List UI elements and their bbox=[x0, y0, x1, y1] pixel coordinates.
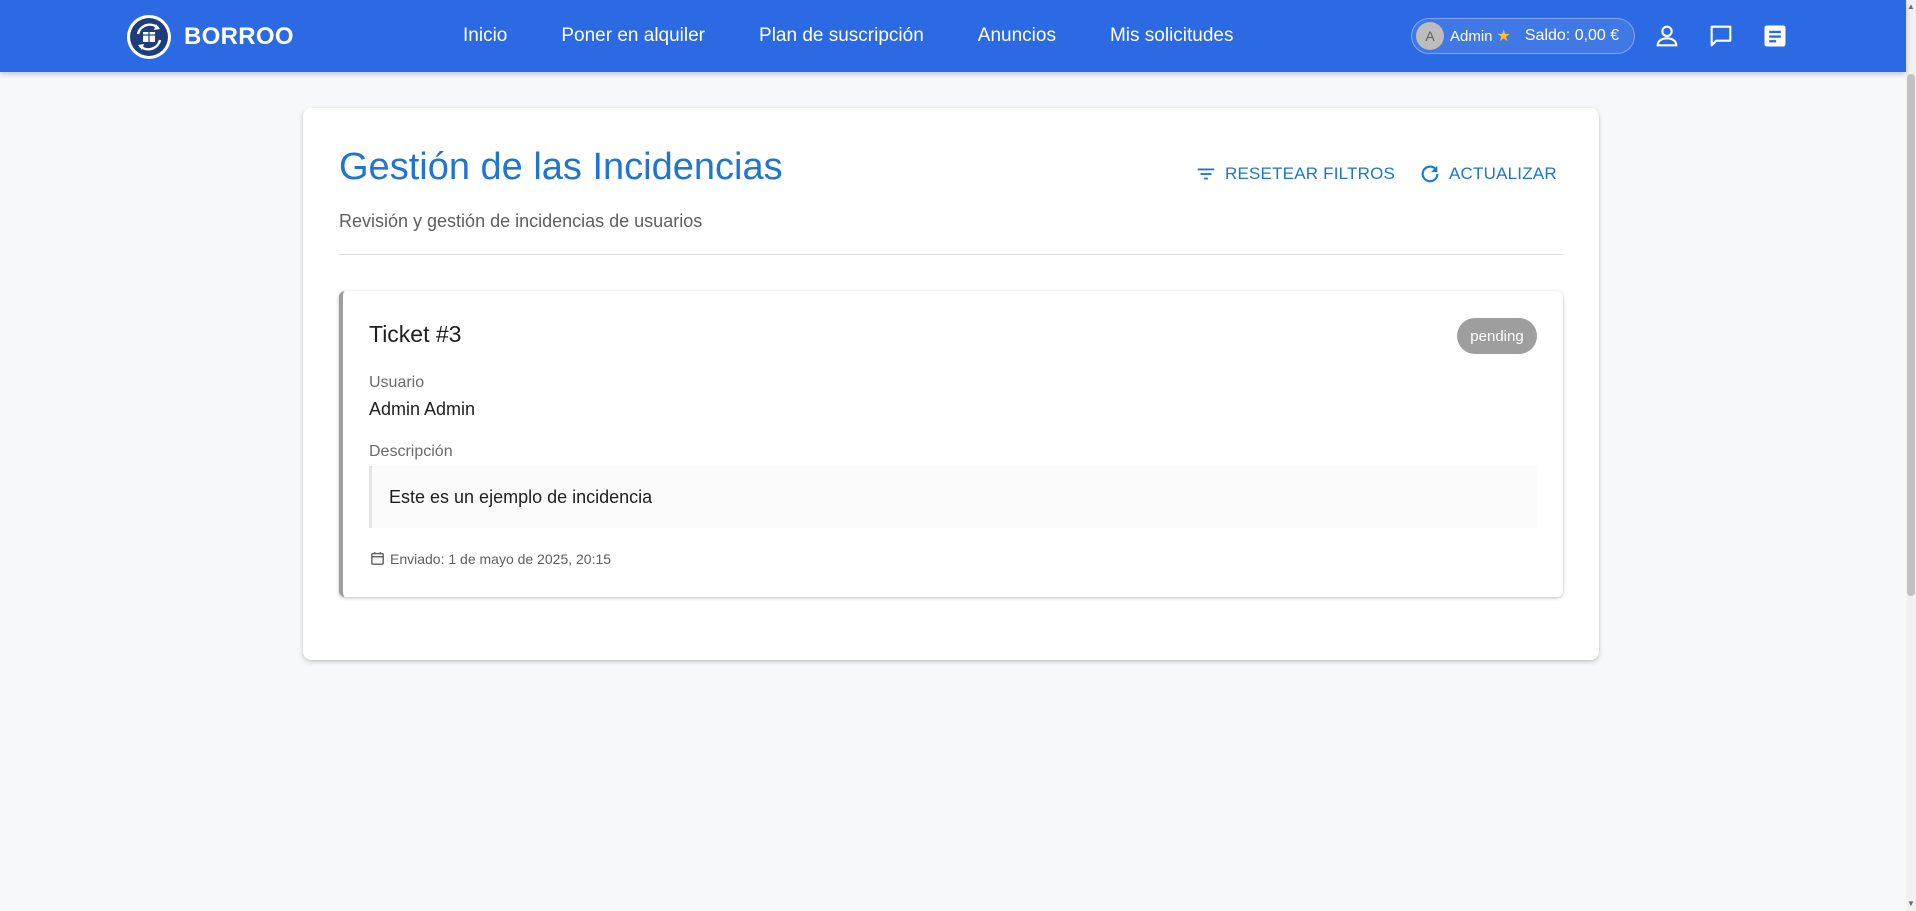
nav-link-inicio[interactable]: Inicio bbox=[463, 25, 507, 47]
balance-text: Saldo: 0,00 € bbox=[1524, 27, 1620, 44]
messages-button[interactable] bbox=[1705, 20, 1737, 52]
refresh-button[interactable]: ACTUALIZAR bbox=[1419, 157, 1557, 191]
chat-icon bbox=[1710, 25, 1732, 47]
user-value: Admin Admin bbox=[369, 399, 476, 419]
scroll-thumb[interactable] bbox=[1907, 74, 1915, 596]
user-name: Admin bbox=[1450, 27, 1493, 45]
scroll-up-icon[interactable]: ▲ bbox=[1906, 2, 1916, 12]
top-navbar: BORROO Inicio Poner en alquiler Plan de … bbox=[0, 0, 1906, 72]
ticket-card[interactable]: Ticket #3 pending Usuario Admin Admin De… bbox=[339, 291, 1563, 597]
reset-filters-label: RESETEAR FILTROS bbox=[1225, 164, 1396, 183]
scroll-down-icon[interactable]: ▼ bbox=[1906, 899, 1916, 909]
page-title: Gestión de las Incidencias bbox=[339, 146, 783, 188]
brand-name: BORROO bbox=[184, 23, 294, 50]
sent-date-text: Enviado: 1 de mayo de 2025, 20:15 bbox=[390, 550, 612, 567]
star-icon: ★ bbox=[1496, 28, 1511, 45]
logo-box-icon bbox=[127, 15, 171, 59]
incidents-panel: Gestión de las Incidencias RESETEAR FILT… bbox=[303, 108, 1599, 660]
avatar: A bbox=[1416, 22, 1444, 50]
description-box: Este es un ejemplo de incidencia bbox=[369, 466, 1537, 528]
notes-button[interactable] bbox=[1759, 20, 1791, 52]
description-label: Descripción bbox=[369, 443, 453, 460]
profile-button[interactable] bbox=[1651, 20, 1683, 52]
notes-icon bbox=[1764, 25, 1786, 47]
refresh-icon bbox=[1421, 165, 1439, 183]
page-scrollbar[interactable]: ▲ ▼ bbox=[1906, 0, 1916, 911]
nav-link-plan-de-suscripcion[interactable]: Plan de suscripción bbox=[759, 25, 924, 47]
main-nav: Inicio Poner en alquiler Plan de suscrip… bbox=[463, 0, 1288, 72]
reset-filters-button[interactable]: RESETEAR FILTROS bbox=[1195, 157, 1395, 191]
sent-date-row: Enviado: 1 de mayo de 2025, 20:15 bbox=[369, 550, 611, 567]
nav-link-poner-en-alquiler[interactable]: Poner en alquiler bbox=[561, 25, 705, 47]
nav-link-anuncios[interactable]: Anuncios bbox=[978, 25, 1056, 47]
page-subtitle: Revisión y gestión de incidencias de usu… bbox=[339, 211, 703, 231]
description-text: Este es un ejemplo de incidencia bbox=[389, 486, 653, 507]
calendar-icon bbox=[371, 552, 384, 565]
user-label: Usuario bbox=[369, 374, 425, 391]
nav-link-mis-solicitudes[interactable]: Mis solicitudes bbox=[1110, 25, 1234, 47]
refresh-label: ACTUALIZAR bbox=[1449, 164, 1557, 183]
brand-logo[interactable]: BORROO bbox=[126, 14, 294, 60]
status-badge: pending bbox=[1457, 318, 1537, 354]
filter-icon bbox=[1197, 168, 1215, 180]
user-balance-chip[interactable]: A Admin ★ Saldo: 0,00 € bbox=[1411, 18, 1635, 54]
ticket-title: Ticket #3 bbox=[369, 321, 462, 347]
divider bbox=[339, 254, 1563, 255]
person-icon bbox=[1656, 25, 1678, 47]
